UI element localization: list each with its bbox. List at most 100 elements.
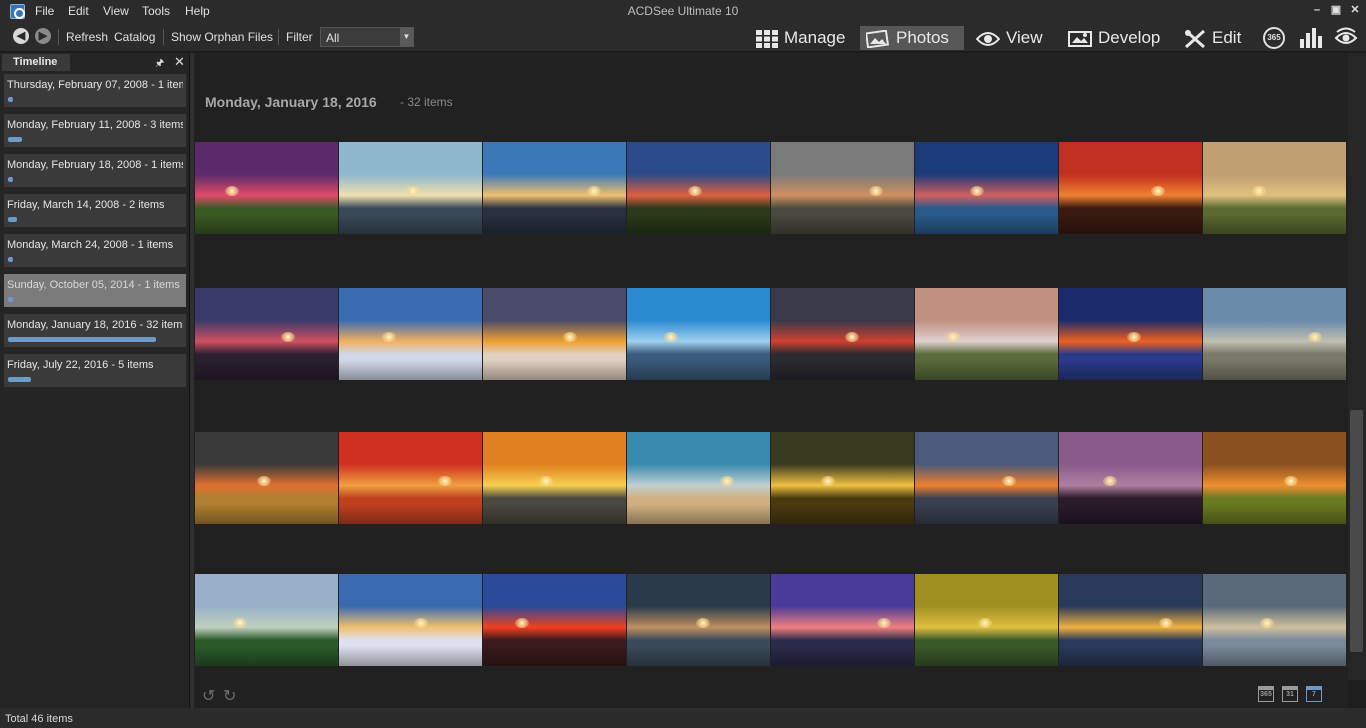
menu-file[interactable]: File	[35, 4, 54, 18]
thumbnail-ground-silhouette	[915, 214, 1058, 234]
tab-develop[interactable]: Develop	[1062, 26, 1172, 50]
quick-view-eye-icon[interactable]	[1334, 27, 1358, 49]
tab-manage-label: Manage	[784, 28, 846, 47]
photo-thumbnail-blue-bridge-fog[interactable]	[627, 288, 770, 380]
timeline-item-label: Monday, February 11, 2008 - 3 items	[7, 119, 183, 131]
thumbnail-ground-silhouette	[627, 360, 770, 380]
menu-tools[interactable]: Tools	[142, 4, 170, 18]
photo-thumbnail-green-barn-lake[interactable]	[915, 574, 1058, 666]
photo-thumbnail-sunbeam-clouds-sea[interactable]	[1203, 574, 1346, 666]
thumbnail-ground-silhouette	[771, 214, 914, 234]
photo-thumbnail-yellow-sun-ocean[interactable]	[483, 432, 626, 524]
thumbnail-sun-glow	[438, 476, 452, 486]
timeline-item[interactable]: Monday, February 18, 2008 - 1 items	[4, 154, 186, 187]
thumbnail-sun-glow	[970, 186, 984, 196]
timeline-item[interactable]: Thursday, February 07, 2008 - 1 items	[4, 74, 186, 107]
timeline-item-count-bar	[8, 97, 13, 102]
refresh-button[interactable]: Refresh	[66, 30, 108, 44]
rotate-left-icon[interactable]: ↺	[202, 686, 215, 706]
tab-edit[interactable]: Edit	[1178, 26, 1258, 50]
close-pane-icon[interactable]: ✕	[174, 54, 185, 70]
photo-thumbnail-violet-dusk-frost-field[interactable]	[771, 574, 914, 666]
total-items-status: Total 46 items	[5, 713, 73, 725]
photo-thumbnail-red-sea-stacks-sunset[interactable]	[1059, 142, 1202, 234]
catalog-button[interactable]: Catalog	[114, 30, 155, 44]
chevron-down-icon[interactable]: ▼	[400, 28, 413, 46]
photo-thumbnail-storm-rocks-ocean[interactable]	[627, 574, 770, 666]
tab-manage[interactable]: Manage	[750, 26, 856, 50]
thumbnail-sun-glow	[1252, 186, 1266, 196]
timeline-item[interactable]: Friday, March 14, 2008 - 2 items	[4, 194, 186, 227]
vertical-scrollbar[interactable]	[1348, 53, 1366, 680]
thumbnail-sun-glow	[233, 618, 247, 628]
photo-thumbnail-bare-trees-frost-field[interactable]	[1203, 288, 1346, 380]
thumbnail-sun-glow	[877, 618, 891, 628]
close-window-icon[interactable]: ✕	[1348, 3, 1362, 17]
thumbnail-sun-glow	[1159, 618, 1173, 628]
photo-thumbnail-misty-lake-pine-sunrise[interactable]	[339, 142, 482, 234]
pin-icon[interactable]: 🖈	[155, 56, 164, 73]
thumbnail-ground-silhouette	[1059, 504, 1202, 524]
photo-thumbnail-beach-tree-chairs[interactable]	[627, 432, 770, 524]
timeline-item-count-bar	[8, 297, 13, 302]
photo-thumbnail-tidal-stream-dusk[interactable]	[771, 142, 914, 234]
menu-edit[interactable]: Edit	[68, 4, 89, 18]
menu-help[interactable]: Help	[185, 4, 210, 18]
photo-thumbnail-fiery-clouds-treeline[interactable]	[627, 142, 770, 234]
restore-icon[interactable]: ▣	[1329, 3, 1343, 17]
thumbnail-ground-silhouette	[339, 360, 482, 380]
photo-thumbnail-golden-coast-rocks[interactable]	[1059, 574, 1202, 666]
photo-thumbnail-tree-silhouette-golden-road[interactable]	[771, 432, 914, 524]
photo-thumbnail-sunset-green-field[interactable]	[1203, 432, 1346, 524]
thumbnail-ground-silhouette	[483, 214, 626, 234]
photo-thumbnail-ocean-sunset-clouds[interactable]	[915, 432, 1058, 524]
calendar-day-icon[interactable]: 7	[1306, 686, 1322, 702]
dashboard-icon[interactable]	[1299, 27, 1323, 49]
photo-thumbnail-snowy-cabin-sunburst[interactable]	[339, 288, 482, 380]
scrollbar-thumb[interactable]	[1350, 410, 1363, 652]
acdsee-logo-icon	[10, 4, 25, 19]
photo-thumbnail-blue-snow-sunset-glow[interactable]	[1059, 288, 1202, 380]
photo-thumbnail-sunset-meadow-pink-sky[interactable]	[195, 142, 338, 234]
timeline-item[interactable]: Sunday, October 05, 2014 - 1 items	[4, 274, 186, 307]
photo-thumbnail-red-road-sunset-forest[interactable]	[483, 574, 626, 666]
thumbnail-sun-glow	[821, 476, 835, 486]
photo-thumbnail-lone-tree-snow-sunset[interactable]	[483, 288, 626, 380]
filter-label: Filter	[286, 30, 313, 44]
photo-thumbnail-tree-row-reflection[interactable]	[1059, 432, 1202, 524]
thumbnail-sun-glow	[539, 476, 553, 486]
tab-edit-label: Edit	[1212, 28, 1242, 47]
calendar-month-icon[interactable]: 31	[1282, 686, 1298, 702]
photo-thumbnail-blue-lake-jetty[interactable]	[915, 142, 1058, 234]
menu-view[interactable]: View	[103, 4, 129, 18]
timeline-tab[interactable]: Timeline	[2, 54, 70, 71]
photo-thumbnail-red-sky-reflection-pier[interactable]	[771, 288, 914, 380]
photo-thumbnail-green-river-valley[interactable]	[195, 574, 338, 666]
photo-thumbnail-golden-wheat-storm[interactable]	[195, 432, 338, 524]
timeline-item[interactable]: Monday, March 24, 2008 - 1 items	[4, 234, 186, 267]
timeline-item[interactable]: Friday, July 22, 2016 - 5 items	[4, 354, 186, 387]
thumbnail-sun-glow	[515, 618, 529, 628]
toolbar-divider	[58, 29, 59, 45]
minimize-icon[interactable]: –	[1310, 3, 1324, 17]
thumbnail-sun-glow	[1002, 476, 1016, 486]
timeline-item[interactable]: Monday, February 11, 2008 - 3 items	[4, 114, 186, 147]
timeline-item[interactable]: Monday, January 18, 2016 - 32 items	[4, 314, 186, 347]
photo-thumbnail-white-car-country-road[interactable]	[1203, 142, 1346, 234]
thumbnail-sun-glow	[845, 332, 859, 342]
timeline-item-label: Thursday, February 07, 2008 - 1 items	[7, 79, 183, 91]
tab-photos[interactable]: Photos	[860, 26, 964, 50]
photo-thumbnail-rocky-shore-sunburst[interactable]	[483, 142, 626, 234]
show-orphan-files-button[interactable]: Show Orphan Files	[171, 30, 273, 44]
photo-thumbnail-orange-sky-desert-flowers[interactable]	[339, 432, 482, 524]
photo-thumbnail-snow-village-sunrays[interactable]	[339, 574, 482, 666]
calendar-year-icon[interactable]: 365	[1258, 686, 1274, 702]
photo-thumbnail-purple-clouds-twilight[interactable]	[195, 288, 338, 380]
back-icon[interactable]: ◀	[13, 28, 29, 44]
acdsee-365-icon[interactable]: 365	[1263, 27, 1285, 49]
tab-view[interactable]: View	[970, 26, 1056, 50]
photo-thumbnail-alpine-peaks-meadow[interactable]	[915, 288, 1058, 380]
filter-dropdown[interactable]: All ▼	[320, 27, 414, 47]
forward-icon[interactable]: ▶	[35, 28, 51, 44]
rotate-right-icon[interactable]: ↻	[223, 686, 236, 706]
